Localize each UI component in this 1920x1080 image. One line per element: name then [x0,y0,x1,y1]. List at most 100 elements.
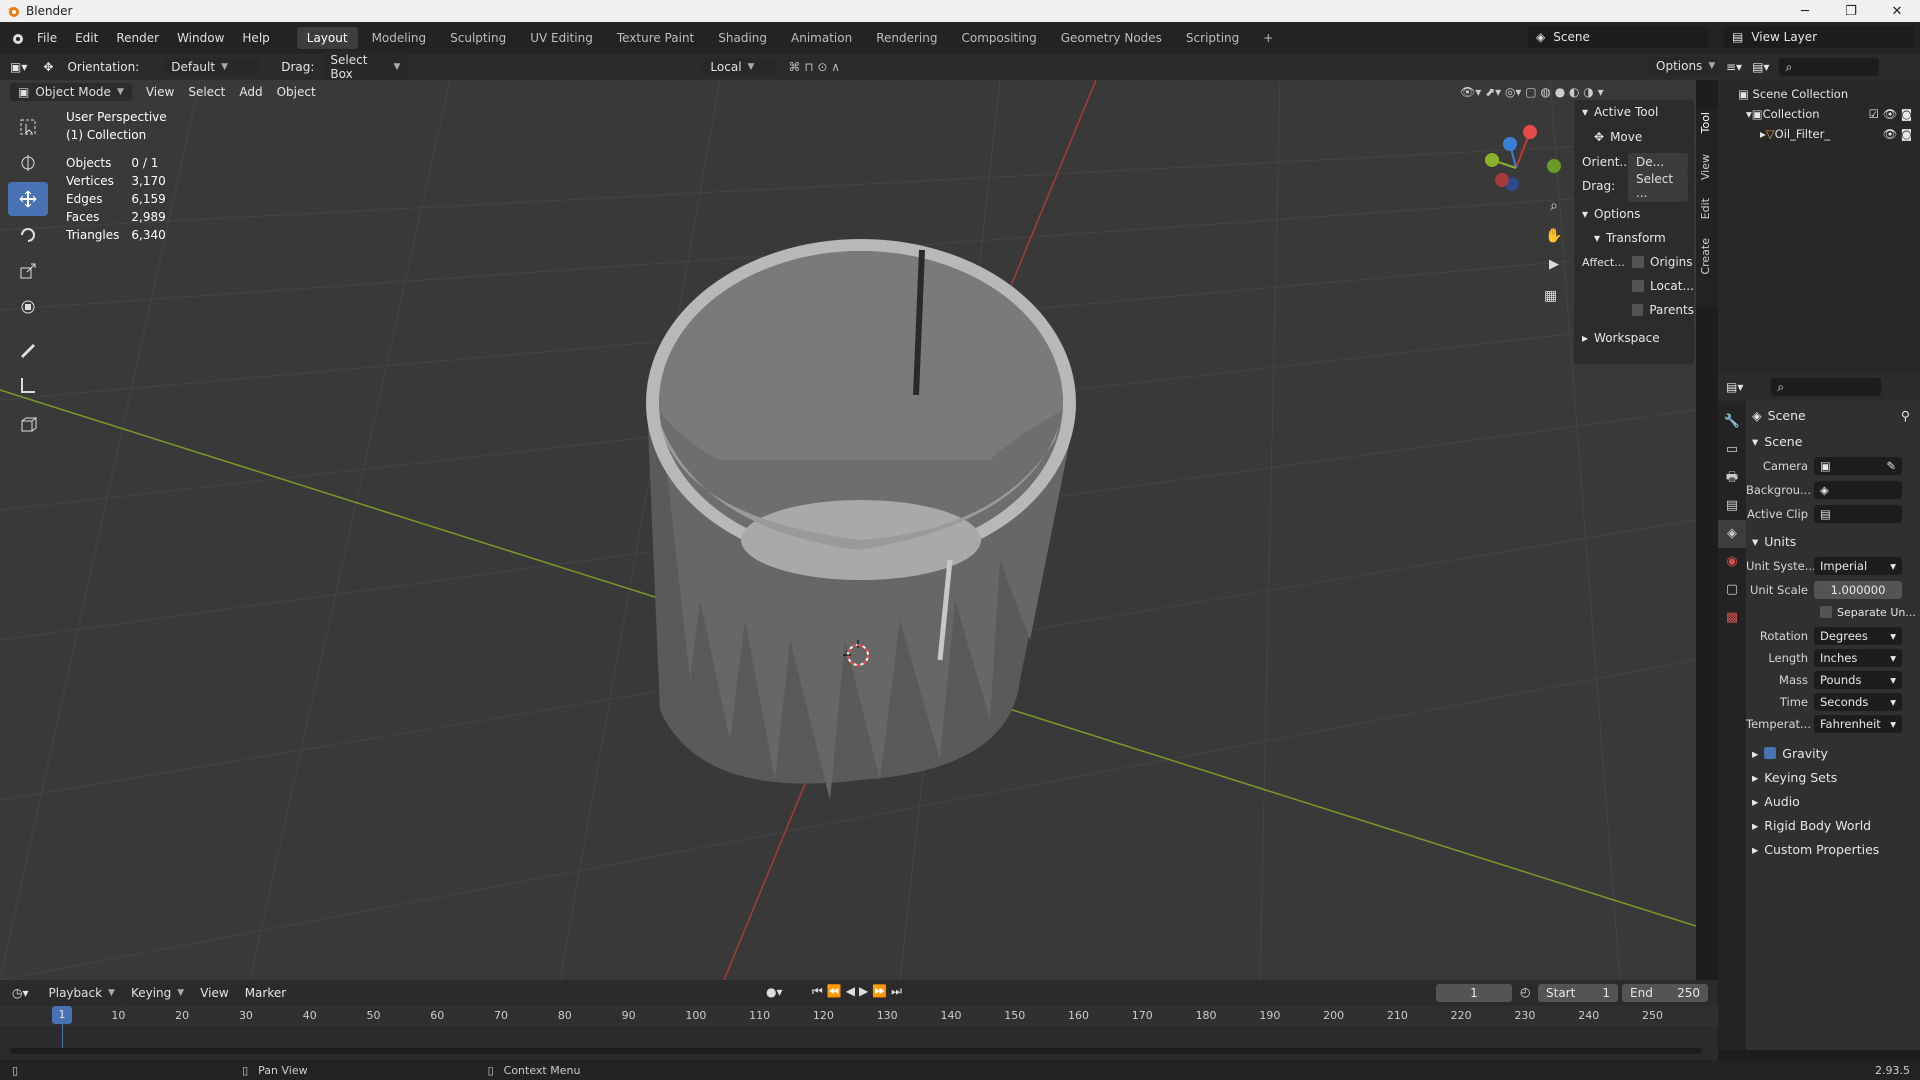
visibility-icons[interactable]: ☑ 👁 ◙ [1869,104,1912,124]
unit-scale-field[interactable]: 1.000000 [1814,581,1902,599]
rotation-dropdown[interactable]: Degrees ▾ [1814,627,1902,645]
pin-icon[interactable]: ⚲ [1901,408,1910,423]
temperature-dropdown[interactable]: Fahrenheit ▾ [1814,715,1902,733]
end-frame-field[interactable]: End 250 [1622,984,1708,1002]
restore-button[interactable]: ❐ [1828,0,1874,22]
ortho-grid-icon[interactable]: ▦ [1544,288,1557,304]
time-dropdown[interactable]: Seconds ▾ [1814,693,1902,711]
separate-units-checkbox[interactable] [1820,606,1832,618]
outliner-search-input[interactable]: ⌕ [1779,58,1880,76]
keying-sets-panel-header[interactable]: ▸ Keying Sets [1752,766,1920,788]
menu-select[interactable]: Select [188,85,225,99]
start-frame-field[interactable]: Start 1 [1538,984,1618,1002]
collection-tab-icon[interactable]: ▢ [1718,576,1746,604]
minimize-button[interactable]: ─ [1782,0,1828,22]
current-frame-field[interactable]: 1 [1436,984,1512,1002]
unit-system-dropdown[interactable]: Imperial ▾ [1814,557,1902,575]
tab-layout[interactable]: Layout [296,27,358,49]
snap-icon[interactable]: ⌘ ⊓ ⊙ ∧ [788,60,840,74]
active-tool-section[interactable]: ▾ Active Tool [1574,100,1694,124]
camera-view-icon[interactable]: ▶ [1549,257,1559,272]
editor-type-icon[interactable]: ◷▾ [12,986,29,1000]
scene-panel-header[interactable]: ▾ Scene [1752,430,1920,452]
oil-filter-mesh[interactable] [646,239,1076,800]
tree-item-oil-filter[interactable]: ▸ ▽ Oil_Filter_ 👁 ◙ [1738,124,1920,144]
tab-shading[interactable]: Shading [708,27,777,49]
parents-checkbox[interactable] [1632,304,1644,316]
options-section[interactable]: ▾ Options [1574,202,1694,226]
world-tab-icon[interactable]: ◉ [1718,548,1746,576]
tab-uv-editing[interactable]: UV Editing [520,27,603,49]
visibility-icons[interactable]: 👁 ◙ [1883,124,1912,144]
menu-add[interactable]: Add [239,85,262,99]
tab-geometry-nodes[interactable]: Geometry Nodes [1051,27,1172,49]
scene-tab-icon[interactable]: ◈ [1718,520,1746,548]
view-layer-tab-icon[interactable]: ▤ [1718,492,1746,520]
tab-create[interactable]: Create [1699,238,1712,275]
transform-section[interactable]: ▾ Transform [1574,226,1694,250]
tab-scripting[interactable]: Scripting [1176,27,1249,49]
annotate-tool-icon[interactable] [8,332,48,366]
viewport-shading-icons[interactable]: 👁▾ ⬈▾ ◎▾ ▢ ◍ ● ◐ ◑ ▾ [1460,85,1604,99]
tab-view[interactable]: View [1699,154,1712,180]
workspace-section[interactable]: ▸ Workspace [1574,326,1694,350]
gizmo-z-icon[interactable] [1503,137,1517,151]
tab-animation[interactable]: Animation [781,27,862,49]
tab-sculpting[interactable]: Sculpting [440,27,516,49]
gravity-panel-header[interactable]: ▸ Gravity [1752,742,1920,764]
render-tab-icon[interactable]: ▭ [1718,436,1746,464]
gravity-checkbox[interactable] [1764,747,1777,759]
background-field[interactable]: ◈ [1814,481,1902,499]
mode-dropdown[interactable]: ▣ Object Mode ▼ [10,83,132,101]
tab-rendering[interactable]: Rendering [866,27,947,49]
origins-checkbox[interactable] [1632,256,1644,268]
editor-type-icon[interactable]: ≡▾ [1726,60,1742,74]
view-layer-selector[interactable]: ▤ View Layer [1724,26,1914,48]
orient-dropdown[interactable]: De... [1628,153,1688,171]
display-mode-icon[interactable]: ▤▾ [1752,60,1769,74]
menu-render[interactable]: Render [107,31,168,45]
measure-tool-icon[interactable] [8,368,48,402]
mass-dropdown[interactable]: Pounds ▾ [1814,671,1902,689]
tree-item-collection[interactable]: ▾ ▣ Collection ☑ 👁 ◙ [1738,104,1920,124]
rotate-tool-icon[interactable] [8,218,48,252]
eyedropper-icon[interactable]: ✎ [1886,459,1896,473]
audio-panel-header[interactable]: ▸ Audio [1752,790,1920,812]
scale-tool-icon[interactable] [8,254,48,288]
editor-type-icon[interactable]: ▣▾ [10,60,27,74]
transform-tool-icon[interactable] [8,290,48,324]
drag-dropdown[interactable]: Select ... [1628,170,1688,202]
add-workspace-icon[interactable]: + [1253,27,1283,49]
texture-tab-icon[interactable]: ▩ [1718,604,1746,632]
editor-type-icon[interactable]: ▤▾ [1726,380,1743,394]
blender-menu-icon[interactable] [10,31,24,45]
tab-modeling[interactable]: Modeling [362,27,437,49]
drag-dropdown[interactable]: Select Box ▼ [322,51,409,83]
tree-item-scene-collection[interactable]: ▣ Scene Collection [1738,84,1920,104]
tab-texture-paint[interactable]: Texture Paint [607,27,704,49]
tool-tab-icon[interactable]: 🔧 [1718,408,1746,436]
custom-properties-panel-header[interactable]: ▸ Custom Properties [1752,838,1920,860]
playhead-marker[interactable]: 1 [52,1006,72,1024]
camera-field[interactable]: ▣ ✎ [1814,457,1902,475]
playback-menu[interactable]: Playback ▼ [40,984,123,1002]
tab-edit[interactable]: Edit [1699,198,1712,219]
options-dropdown[interactable]: Options ▼ [1648,57,1724,75]
timeline-view-menu[interactable]: View [200,986,228,1000]
keying-menu[interactable]: Keying ▼ [122,984,193,1002]
close-button[interactable]: ✕ [1874,0,1920,22]
pivot-dropdown[interactable]: Local ▼ [702,58,777,76]
autokey-icon[interactable]: ●▾ [766,985,783,999]
menu-help[interactable]: Help [233,31,278,45]
3d-viewport[interactable]: ▣ Object Mode ▼ View Select Add Object 👁▾ … [0,80,1696,980]
output-tab-icon[interactable]: 🖶 [1718,464,1746,492]
scene-selector[interactable]: ◈ Scene [1528,26,1708,48]
zoom-icon[interactable]: ⌕ [1550,198,1558,214]
rigid-body-panel-header[interactable]: ▸ Rigid Body World [1752,814,1920,836]
pan-hand-icon[interactable]: ✋ [1545,227,1562,244]
menu-view[interactable]: View [146,85,174,99]
menu-object[interactable]: Object [277,85,316,99]
cursor-tool-icon[interactable] [8,146,48,180]
navigation-gizmo[interactable]: ⌕ ✋ ▶ [1466,118,1566,278]
menu-file[interactable]: File [28,31,66,45]
